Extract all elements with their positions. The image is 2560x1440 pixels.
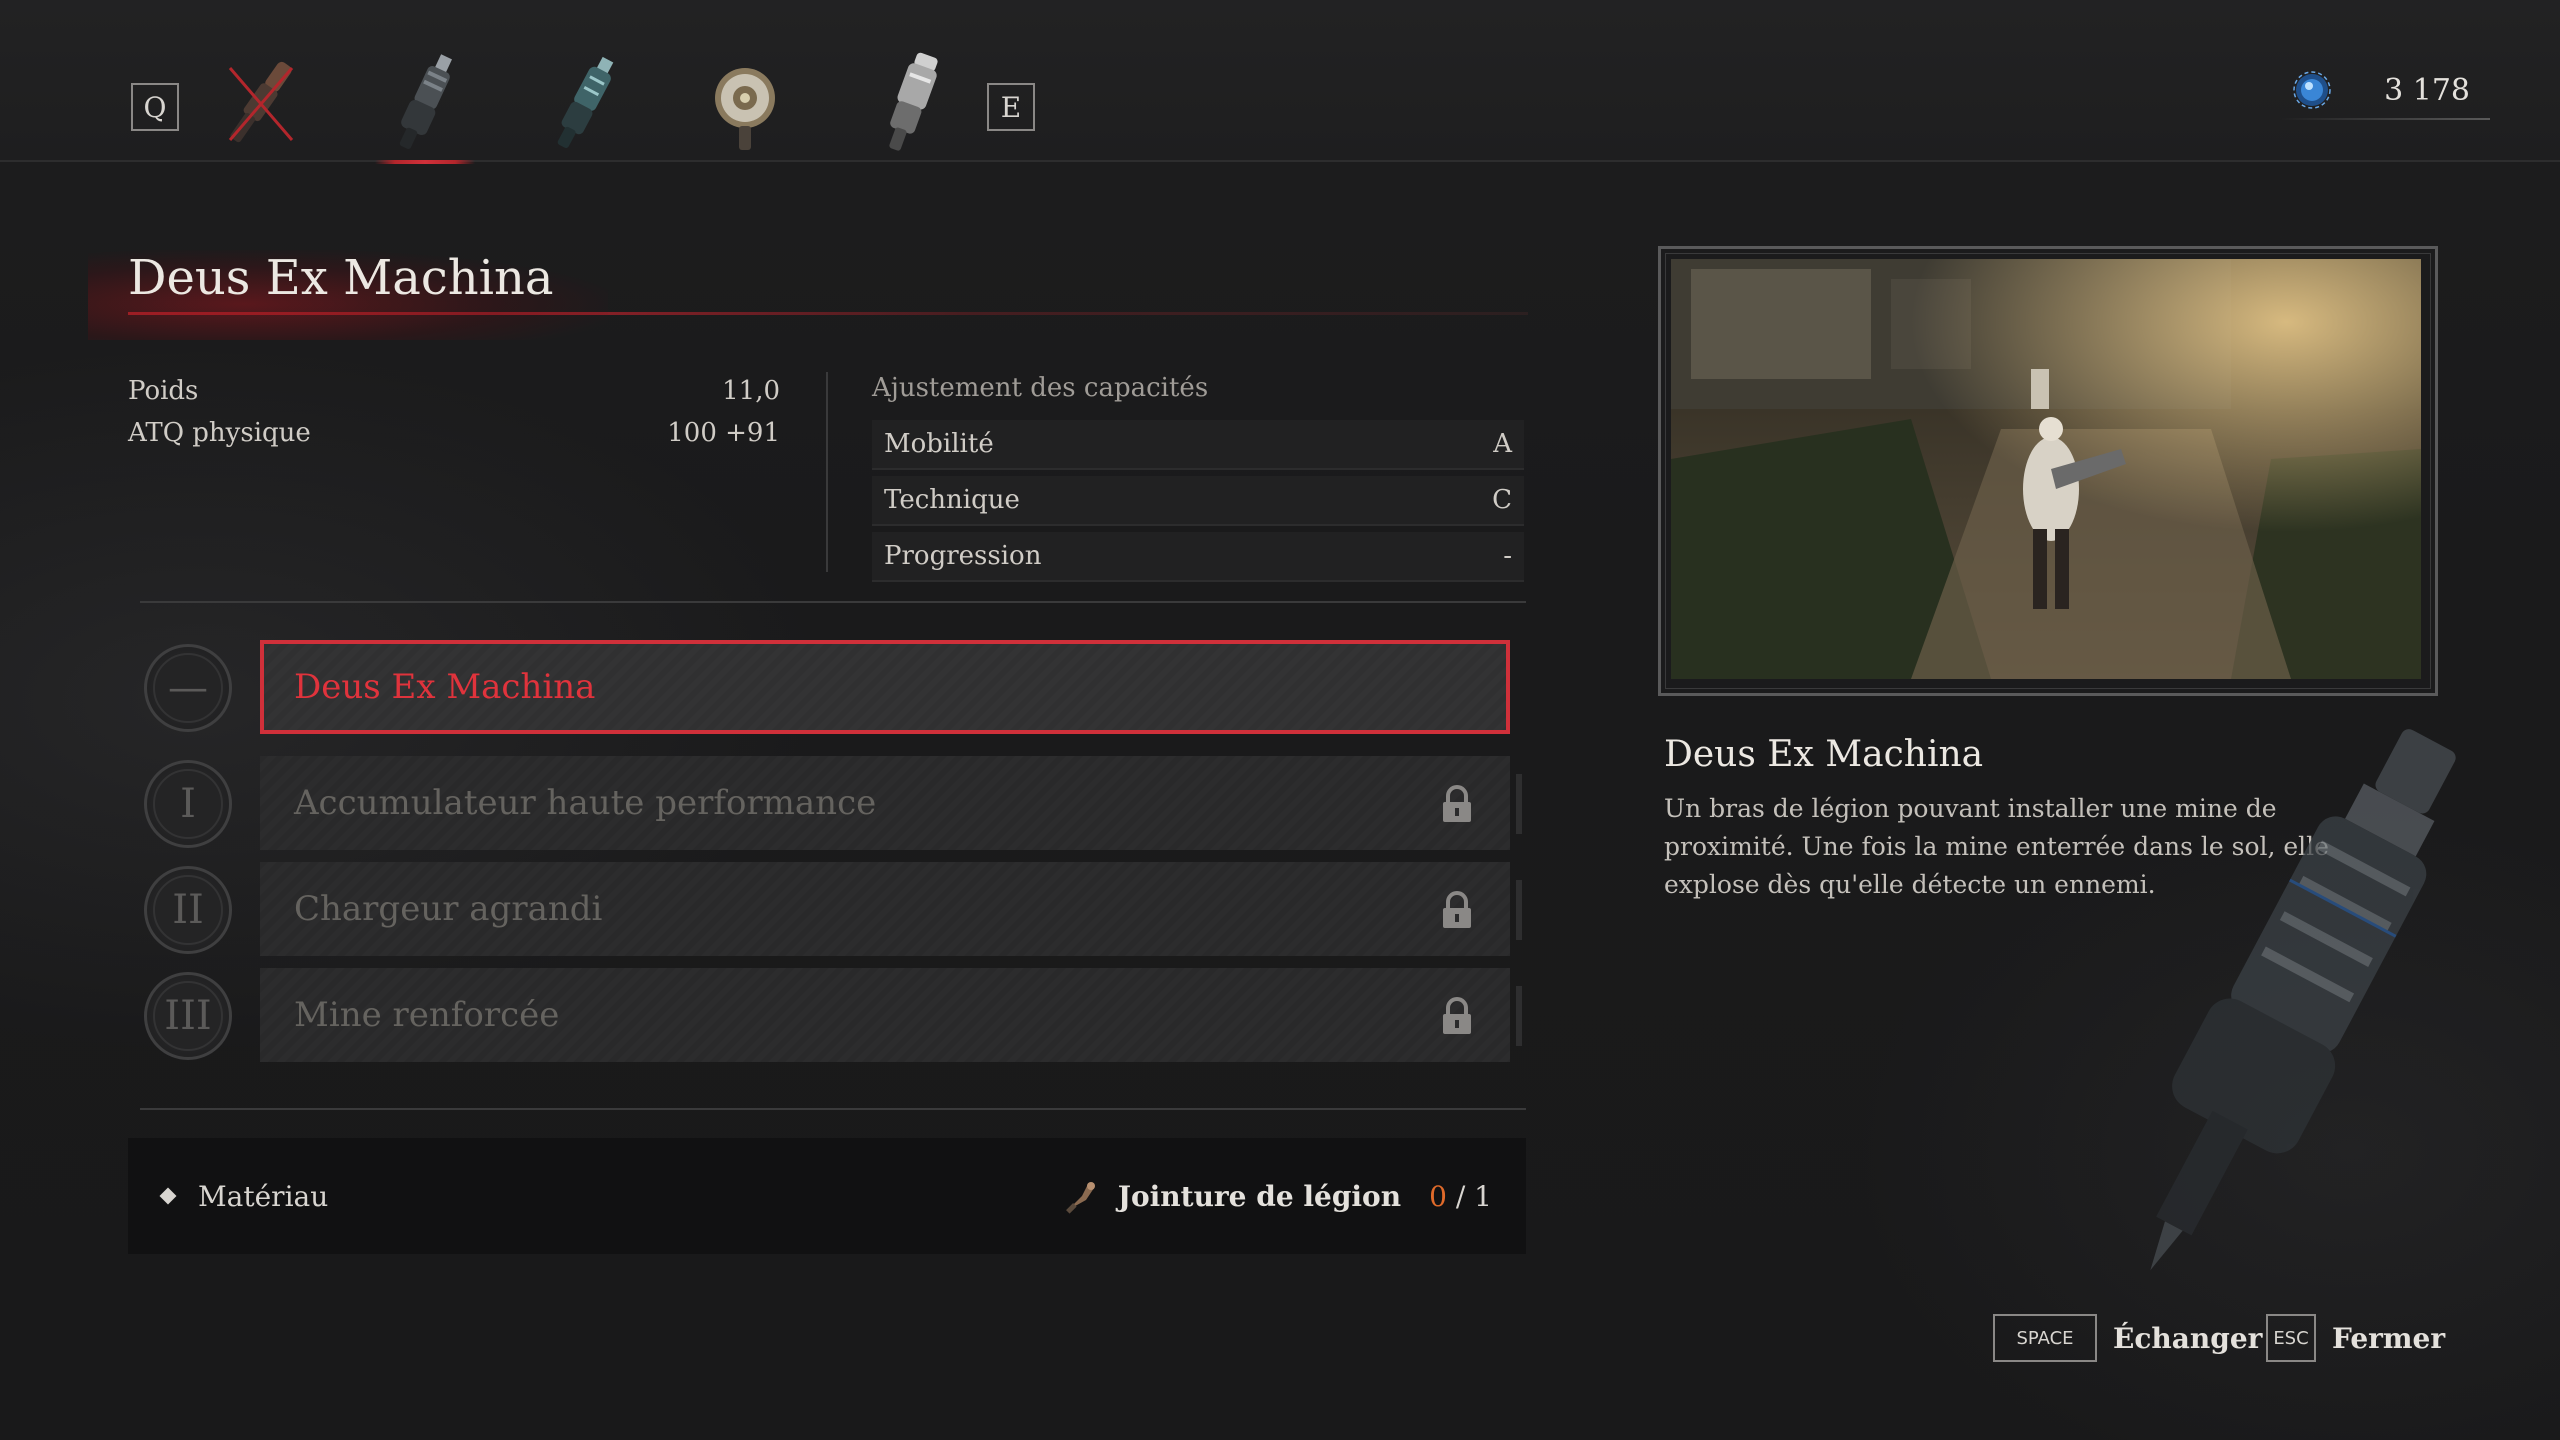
swap-hint[interactable]: SPACE Échanger [1993,1314,2262,1362]
item-title-area: Deus Ex Machina [88,250,1528,340]
scaling-row-mobility: Mobilité A [872,420,1524,470]
upgrade-row[interactable]: II Chargeur agrandi [140,862,1530,958]
currency-display: 3 178 [2292,70,2470,110]
base-stats: Poids 11,0 ATQ physique 100 +91 [128,370,780,454]
material-count-separator: / [1455,1179,1466,1213]
currency-amount: 3 178 [2384,72,2470,108]
scaling-grade: A [1493,429,1512,459]
upgrade-option-selected[interactable]: Deus Ex Machina [260,640,1510,734]
stat-row-weight: Poids 11,0 [128,370,780,412]
upgrade-rank-badge: I [144,760,232,848]
upgrade-option[interactable]: Mine renforcée [260,968,1510,1062]
stat-value: 11,0 [722,376,780,406]
lock-icon [1443,785,1471,822]
material-count-need: 1 [1474,1179,1492,1213]
upgrade-row[interactable]: III Mine renforcée [140,968,1530,1064]
mine-launcher-arm-icon [399,54,452,149]
weapon-slot-1[interactable] [205,48,315,158]
upgrade-rank-badge: II [144,866,232,954]
upgrade-label: Accumulateur haute performance [294,783,877,823]
scaling-grade: C [1492,485,1512,515]
close-hint[interactable]: ESC Fermer [2266,1314,2445,1362]
close-label: Fermer [2332,1321,2446,1355]
next-category-key[interactable]: E [987,83,1035,131]
esc-key: ESC [2266,1314,2316,1362]
upgrade-label: Deus Ex Machina [294,667,596,707]
scaling-grade: - [1503,541,1512,571]
scaling-label: Mobilité [884,429,994,459]
weapon-slot-2[interactable] [370,48,480,164]
legion-arm-upgrade-screen: Q E 3 178 Deus Ex Machina Poids 11,0 ATQ… [0,0,2560,1440]
section-divider-bottom [140,1108,1526,1110]
prev-category-key[interactable]: Q [131,83,179,131]
upgrade-row[interactable]: — Deus Ex Machina [140,640,1530,736]
upgrade-list: — Deus Ex Machina I Accumulateur haute p… [140,640,1530,1074]
material-required-item: Jointure de légion 0 / 1 [1064,1178,1492,1214]
preview-scene-image [1671,259,2421,679]
lock-icon [1443,997,1471,1034]
scaling-row-technique: Technique C [872,476,1524,526]
preview-item-name: Deus Ex Machina [1664,734,1984,775]
stat-row-physical-attack: ATQ physique 100 +91 [128,412,780,454]
weapon-slot-4[interactable] [690,48,800,158]
item-title: Deus Ex Machina [128,250,554,306]
stat-label: ATQ physique [128,418,311,448]
diamond-bullet-icon [159,1187,177,1205]
material-requirement: Matériau Jointure de légion 0 / 1 [128,1138,1526,1254]
upgrade-label: Mine renforcée [294,995,560,1035]
blade-arm-icon [557,56,614,149]
upgrade-row[interactable]: I Accumulateur haute performance [140,756,1530,852]
material-count-have: 0 [1429,1179,1447,1213]
stat-label: Poids [128,376,199,406]
upgrade-row-endcap [1516,986,1522,1046]
section-divider-top [140,601,1526,603]
space-key: SPACE [1993,1314,2097,1362]
legion-arm-artwork [2150,729,2456,1271]
lock-icon [1443,891,1471,928]
upgrade-option[interactable]: Chargeur agrandi [260,862,1510,956]
ability-scaling: Ajustement des capacités Mobilité A Tech… [872,368,1524,582]
scaling-heading: Ajustement des capacités [872,373,1209,403]
scaling-row-advance: Progression - [872,532,1524,582]
currency-underline [2280,118,2490,120]
legion-joint-icon [1065,1182,1095,1214]
crossed-out-arm-icon [228,61,294,143]
shield-arm-icon [715,68,775,150]
scaling-label: Technique [884,485,1020,515]
stat-value: 100 +91 [667,418,780,448]
upgrade-option[interactable]: Accumulateur haute performance [260,756,1510,850]
top-bar: Q E 3 178 [0,0,2560,164]
swap-label: Échanger [2113,1321,2263,1355]
upgrade-rank-badge: III [144,972,232,1060]
material-label: Matériau [198,1179,329,1213]
flamethrower-arm-icon [889,52,938,151]
weapon-slot-3[interactable] [530,48,640,158]
scaling-label: Progression [884,541,1042,571]
upgrade-row-endcap [1516,774,1522,834]
material-item-name: Jointure de légion [1117,1179,1402,1213]
stats-divider [826,372,828,572]
material-count: 0 / 1 [1429,1180,1492,1213]
upgrade-label: Chargeur agrandi [294,889,603,929]
preview-video [1671,259,2425,683]
preview-frame [1658,246,2438,696]
selected-slot-indicator [375,160,475,164]
ergo-crystal-icon [2293,71,2331,109]
upgrade-row-endcap [1516,880,1522,940]
upgrade-rank-badge: — [144,644,232,732]
weapon-slot-5[interactable] [855,48,965,158]
